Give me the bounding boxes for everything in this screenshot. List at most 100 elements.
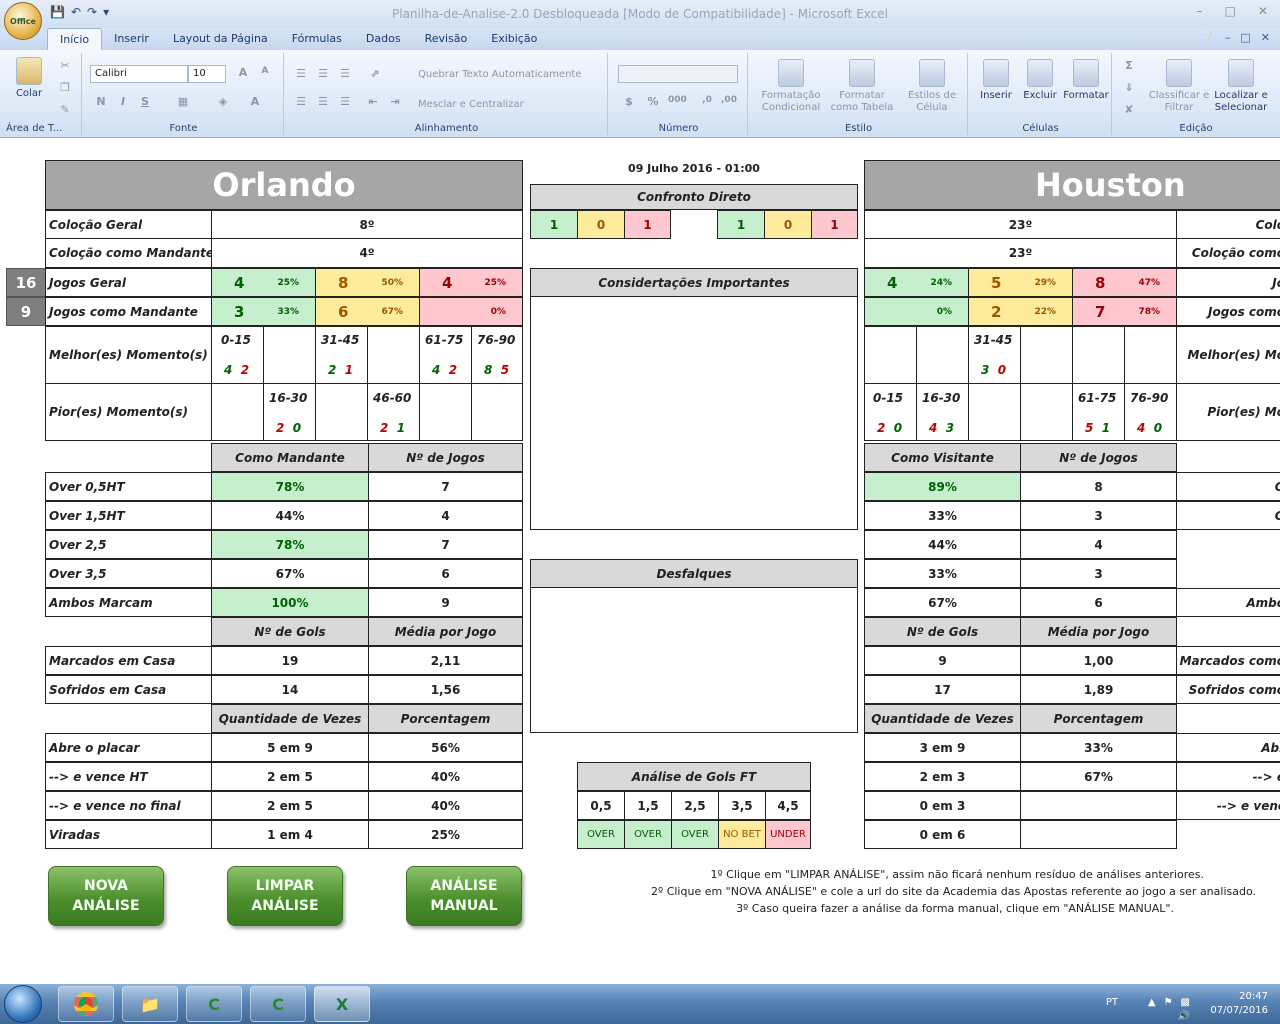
number-format-combo[interactable]	[618, 65, 738, 83]
align-center-icon[interactable]: ☰	[314, 95, 332, 111]
font-color-icon[interactable]: A	[246, 95, 264, 111]
tab-inicio[interactable]: Início	[47, 28, 103, 50]
merge-center-button[interactable]: Mesclar e Centralizar	[418, 99, 524, 111]
tab-revisao[interactable]: Revisão	[413, 28, 480, 50]
comma-style-icon[interactable]: 000	[668, 95, 687, 111]
font-name-combo[interactable]: Calibri	[90, 65, 188, 83]
clock-date[interactable]: 07/07/2016	[1210, 1004, 1268, 1018]
orientation-icon[interactable]: ⇗	[366, 67, 384, 83]
autosum-icon[interactable]: Σ	[1120, 59, 1138, 75]
camtasia-icon-2[interactable]: C	[250, 986, 306, 1022]
borders-icon[interactable]: ▦	[174, 95, 192, 111]
help-icon[interactable]: ❔	[1201, 31, 1215, 44]
away-stat-pct-4: 33%	[864, 559, 1021, 588]
increase-indent-icon[interactable]: ⇥	[386, 95, 404, 111]
tab-dados[interactable]: Dados	[354, 28, 413, 50]
align-bottom-icon[interactable]: ☰	[336, 67, 354, 83]
limpar-analise-button[interactable]: LIMPAR ANÁLISE	[227, 866, 343, 926]
home-best-period-1: 0-15	[221, 333, 252, 347]
fill-icon[interactable]: ⇓	[1120, 81, 1138, 97]
excel-icon[interactable]: X	[314, 986, 370, 1022]
away-stat-pct-2: 33%	[864, 501, 1021, 530]
align-left-icon[interactable]: ☰	[292, 95, 310, 111]
start-button[interactable]	[4, 985, 42, 1023]
home-jm-win: 3 33%	[211, 297, 316, 326]
format-cells-button[interactable]: Formatar	[1062, 59, 1110, 102]
shrink-font-icon[interactable]: A	[256, 66, 274, 82]
home-goals-label-1: Marcados em Casa	[45, 646, 212, 675]
home-best-4-a: 8	[484, 363, 493, 377]
h2h-right-draw: 0	[764, 210, 812, 239]
home-times-q-4: 1 em 4	[211, 820, 369, 849]
away-jg-d: 5	[991, 273, 1002, 292]
italic-icon[interactable]: I	[114, 95, 132, 111]
office-logo: Office	[10, 16, 36, 26]
home-stat-pct-3: 78%	[211, 530, 369, 559]
office-button[interactable]: Office	[4, 2, 42, 40]
underline-icon[interactable]: S	[136, 95, 154, 111]
restore-icon[interactable]: □	[1225, 4, 1236, 18]
find-select-button[interactable]: Localizar e Selecionar	[1210, 59, 1272, 114]
tab-inserir[interactable]: Inserir	[102, 28, 161, 50]
align-middle-icon[interactable]: ☰	[314, 67, 332, 83]
insert-cells-button[interactable]: Inserir	[974, 59, 1018, 102]
goals-line-2: 1,5	[624, 791, 672, 820]
conditional-format-button[interactable]: Formatação Condicional	[754, 59, 828, 114]
ribbon-restore-icon[interactable]: □	[1240, 31, 1250, 44]
delete-cells-button[interactable]: Excluir	[1018, 59, 1062, 102]
home-worst-label: Pior(es) Momento(s)	[45, 383, 212, 441]
nova-analise-button[interactable]: NOVA ANÁLISE	[48, 866, 164, 926]
fill-color-icon[interactable]: ◈	[214, 95, 232, 111]
away-best-period-1: 31-45	[974, 333, 1013, 347]
h2h-title: Confronto Direto	[530, 184, 858, 210]
cell-styles-button[interactable]: Estilos de Célula	[900, 59, 964, 114]
paste-button[interactable]: Colar	[8, 57, 50, 100]
home-jg-w: 4	[234, 273, 245, 292]
clock-time[interactable]: 20:47	[1210, 990, 1268, 1004]
cut-icon[interactable]: ✂	[56, 59, 74, 75]
tab-formulas[interactable]: Fórmulas	[280, 28, 354, 50]
explorer-icon[interactable]: 📁	[122, 986, 178, 1022]
home-worst-1-b: 0	[292, 421, 302, 435]
minimize-icon[interactable]: –	[1197, 4, 1203, 18]
copy-icon[interactable]: ❐	[56, 81, 74, 97]
home-mandante-label: Coloção como Mandante	[45, 238, 212, 268]
decrease-decimal-icon[interactable]: ,00	[720, 95, 738, 111]
goals-line-3: 2,5	[671, 791, 719, 820]
away-best-cell-5	[1072, 326, 1125, 384]
sort-filter-button[interactable]: Classificar e Filtrar	[1148, 59, 1210, 114]
clear-icon[interactable]: ✘	[1120, 103, 1138, 119]
align-top-icon[interactable]: ☰	[292, 67, 310, 83]
language-indicator[interactable]: PT	[1106, 996, 1118, 1010]
ribbon-minimize-icon[interactable]: –	[1225, 31, 1231, 44]
away-times-header-1: Quantidade de Vezes	[864, 704, 1021, 733]
delete-cells-icon	[1027, 59, 1053, 87]
format-cells-icon	[1073, 59, 1099, 87]
ribbon-close-icon[interactable]: ✕	[1261, 31, 1270, 44]
percent-icon[interactable]: %	[644, 95, 662, 111]
analise-manual-button[interactable]: ANÁLISE MANUAL	[406, 866, 522, 926]
home-worst-cell-6	[471, 383, 523, 441]
camtasia-icon-1[interactable]: C	[186, 986, 242, 1022]
increase-decimal-icon[interactable]: ,0	[698, 95, 716, 111]
font-size-combo[interactable]: 10	[188, 65, 226, 83]
considerations-box[interactable]	[530, 296, 858, 530]
home-jm-dp: 67%	[381, 306, 403, 317]
close-icon[interactable]: ✕	[1258, 4, 1268, 18]
bold-icon[interactable]: N	[92, 95, 110, 111]
format-table-button[interactable]: Formatar como Tabela	[830, 59, 894, 114]
away-jogos-geral-label: Jo	[1176, 268, 1280, 297]
tab-layout[interactable]: Layout da Página	[161, 28, 280, 50]
absences-box[interactable]	[530, 587, 858, 733]
wrap-text-button[interactable]: Quebrar Texto Automaticamente	[418, 69, 581, 81]
home-worst-period-1: 16-30	[269, 391, 308, 405]
decrease-indent-icon[interactable]: ⇤	[364, 95, 382, 111]
format-painter-icon[interactable]: ✎	[56, 103, 74, 119]
chrome-icon[interactable]	[58, 986, 114, 1022]
away-stats-header-1: Como Visitante	[864, 443, 1021, 472]
currency-icon[interactable]: $	[620, 95, 638, 111]
home-jg-dp: 50%	[381, 277, 403, 288]
tab-exibicao[interactable]: Exibição	[479, 28, 549, 50]
align-right-icon[interactable]: ☰	[336, 95, 354, 111]
grow-font-icon[interactable]: A	[234, 66, 252, 82]
